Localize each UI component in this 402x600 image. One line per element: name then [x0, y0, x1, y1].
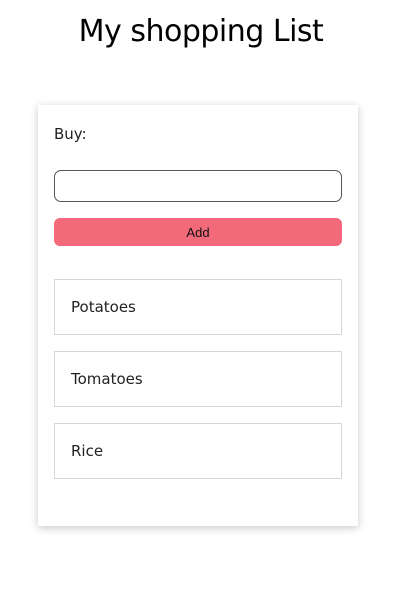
buy-input[interactable]	[54, 170, 342, 202]
list-item[interactable]: Potatoes	[54, 279, 342, 335]
add-button[interactable]: Add	[54, 218, 342, 246]
shopping-list: Potatoes Tomatoes Rice	[54, 279, 342, 495]
list-item-label: Potatoes	[71, 298, 136, 316]
page: My shopping List Buy: Add Potatoes Tomat…	[0, 0, 402, 600]
page-title: My shopping List	[78, 14, 324, 49]
list-item[interactable]: Rice	[54, 423, 342, 479]
list-item[interactable]: Tomatoes	[54, 351, 342, 407]
shopping-card: Buy: Add Potatoes Tomatoes Rice	[38, 105, 358, 526]
list-item-label: Rice	[71, 442, 104, 460]
list-item-label: Tomatoes	[71, 370, 143, 388]
buy-label: Buy:	[54, 125, 87, 143]
